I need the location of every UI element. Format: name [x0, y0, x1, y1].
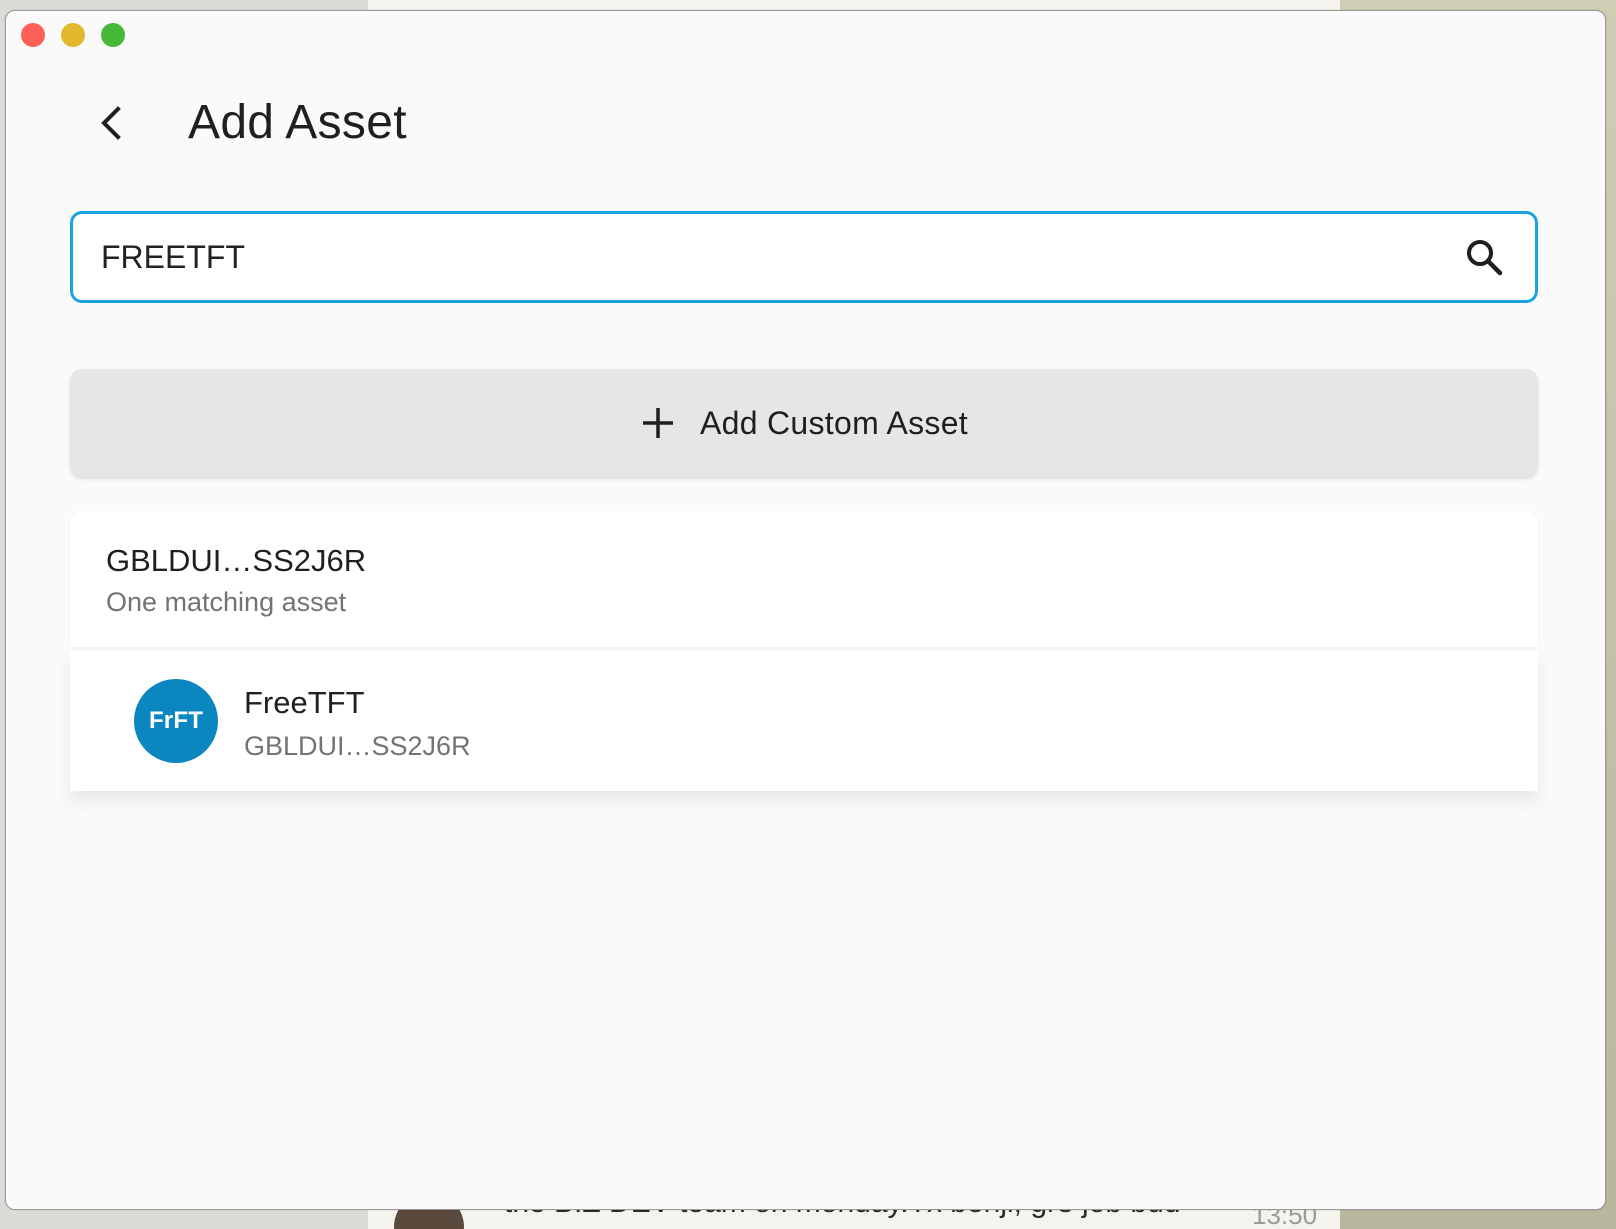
asset-avatar: FrFT — [134, 679, 218, 763]
window-controls — [21, 23, 125, 47]
search-input[interactable] — [99, 226, 1459, 288]
asset-issuer: GBLDUI…SS2J6R — [244, 731, 471, 761]
add-custom-asset-label: Add Custom Asset — [699, 404, 969, 441]
asset-name: FreeTFT — [244, 685, 365, 720]
result-group-header: GBLDUI…SS2J6R One matching asset — [70, 511, 1538, 647]
app-window: Add Asset Add Custom Asset GBLDUI…SS2J6R… — [5, 10, 1606, 1210]
page-title: Add Asset — [188, 96, 407, 149]
add-custom-asset-button[interactable]: Add Custom Asset — [70, 369, 1538, 477]
close-window-button[interactable] — [21, 23, 45, 47]
search-button[interactable] — [1459, 232, 1509, 282]
issuer-group-title: GBLDUI…SS2J6R — [106, 543, 367, 578]
search-icon — [1467, 240, 1503, 276]
plus-icon — [642, 408, 673, 438]
back-button[interactable] — [86, 98, 136, 148]
search-field[interactable] — [70, 211, 1538, 303]
page-header: Add Asset — [86, 95, 407, 150]
match-count-text: One matching asset — [106, 587, 347, 617]
minimize-window-button[interactable] — [61, 23, 85, 47]
maximize-window-button[interactable] — [101, 23, 125, 47]
asset-list-item[interactable]: FrFT FreeTFT GBLDUI…SS2J6R — [70, 651, 1538, 791]
chevron-left-icon — [101, 105, 121, 140]
